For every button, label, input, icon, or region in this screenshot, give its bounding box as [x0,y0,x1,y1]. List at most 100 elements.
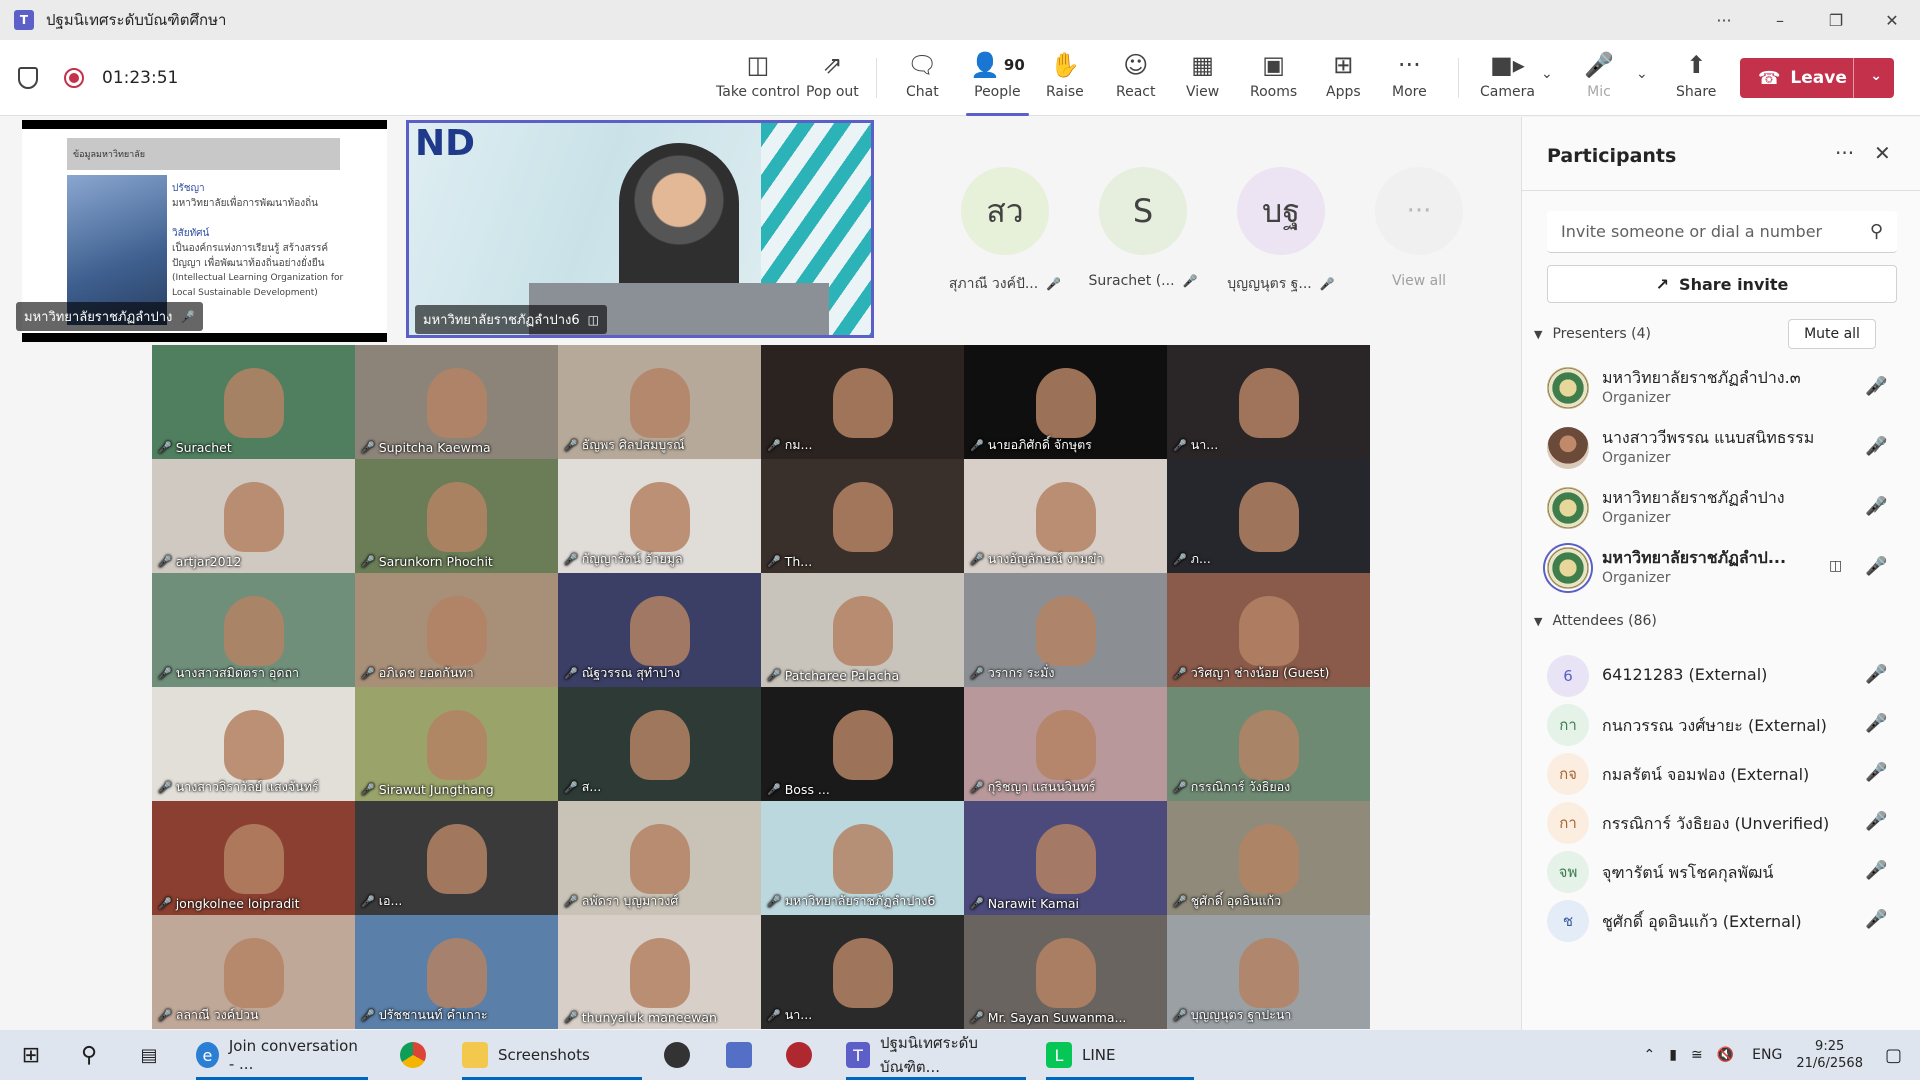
more-button[interactable]: ··· More [1392,50,1427,110]
video-tile[interactable]: 🎤 นายอภิศักดิ์ จักษุตร [964,345,1167,459]
mic-off-icon[interactable]: 🎤 [1865,860,1887,881]
taskbar-app-3[interactable] [786,1030,822,1080]
avatar-tile[interactable]: สว สุภาณี วงค์ปั... 🎤 [940,167,1070,295]
mic-off-icon[interactable]: 🎤 [1865,664,1887,685]
video-tile[interactable]: 🎤 ธัญพร ศิลปสมบูรณ์ [558,345,761,459]
restore-button[interactable]: ❐ [1808,0,1864,40]
video-tile[interactable]: 🎤 นางอัญลักษณ์ งามขำ [964,459,1167,573]
attendee-row[interactable]: 6 64121283 (External) 🎤 [1547,652,1907,700]
panel-more-icon[interactable]: ··· [1835,141,1854,165]
video-tile[interactable]: 🎤 บุญญนุตร ฐาปะนา [1167,915,1370,1029]
chevron-up-icon[interactable]: ⌃ [1644,1047,1656,1063]
close-window-button[interactable]: ✕ [1864,0,1920,40]
video-tile[interactable]: 🎤 Surachet [152,345,355,459]
taskbar-explorer-window[interactable]: Screenshots [462,1030,642,1080]
video-tile[interactable]: 🎤 ปรัชชานนท์ คำเกาะ [355,915,558,1029]
camera-options-chevron-icon[interactable]: ⌄ [1541,66,1553,82]
video-tile[interactable]: 🎤 Mr. Sayan Suwanma... [964,915,1167,1029]
participant-row[interactable]: มหาวิทยาลัยราชภัฏลำปาง.๓ Organizer 🎤̸ [1547,364,1907,412]
video-tile[interactable]: 🎤 Boss ... [761,687,964,801]
video-tile[interactable]: 🎤 thunyaluk maneewan [558,915,761,1029]
mic-off-icon[interactable]: 🎤̸ [1865,376,1887,397]
taskbar-app-1[interactable] [664,1030,700,1080]
video-tile[interactable]: 🎤 ณัฐวรรณ สุทำปาง [558,573,761,687]
battery-icon[interactable]: ▮ [1669,1047,1677,1063]
wifi-icon[interactable]: ≅ [1691,1047,1703,1063]
avatar-tile[interactable]: บฐ บุญญนุตร ฐ... 🎤 [1216,167,1346,295]
video-tile[interactable]: 🎤 Sirawut Jungthang [355,687,558,801]
react-button[interactable]: ☺ React [1116,50,1155,110]
mic-off-icon[interactable]: 🎤 [1865,762,1887,783]
pop-out-button[interactable]: ⇗ Pop out [806,50,859,110]
video-tile[interactable]: 🎤 Narawit Kamai [964,801,1167,915]
volume-mute-icon[interactable]: 🔇 [1717,1047,1734,1063]
raise-hand-button[interactable]: ✋ Raise [1046,50,1084,110]
video-tile[interactable]: 🎤 กรรณิการ์ วังธิยอง [1167,687,1370,801]
start-button[interactable]: ⊞ [18,1030,54,1080]
participant-row[interactable]: มหาวิทยาลัยราชภัฏลำปาง Organizer 🎤̸ [1547,484,1907,532]
attendee-row[interactable]: กจ กมลรัตน์ จอมฟอง (External) 🎤 [1547,750,1907,798]
invite-input[interactable] [1561,222,1851,241]
video-tile[interactable]: 🎤 เอ... [355,801,558,915]
attendees-section-toggle[interactable]: ▼ Attendees (86) [1534,613,1657,629]
avatar-tile[interactable]: S Surachet (... 🎤 [1078,167,1208,289]
mic-on-icon[interactable]: 🎤 [1865,556,1887,577]
leave-button[interactable]: ☎ Leave ⌄ [1740,58,1894,98]
attendee-row[interactable]: ชชูศักดิ์ อุดอินแก้ว (External) 🎤 [1547,897,1907,945]
attendee-row[interactable]: กา กรรณิการ์ วังธิยอง (Unverified) 🎤 [1547,799,1907,847]
shared-content-tile[interactable]: ข้อมูลมหาวิทยาลัย ปรัชญา มหาวิทยาลัยเพื่… [16,120,387,342]
mic-off-icon[interactable]: 🎤̸ [1865,436,1887,457]
camera-button[interactable]: ■▸ Camera [1480,50,1535,110]
video-tile[interactable]: 🎤 กม... [761,345,964,459]
rooms-button[interactable]: ▣ Rooms [1250,50,1297,110]
video-tile[interactable]: 🎤 ลพัดรา บุญมาวงศ์ [558,801,761,915]
video-tile[interactable]: 🎤 artjar2012 [152,459,355,573]
close-panel-icon[interactable]: ✕ [1874,141,1891,165]
apps-button[interactable]: ⊞ Apps [1326,50,1361,110]
video-tile[interactable]: 🎤 Supitcha Kaewma [355,345,558,459]
video-tile[interactable]: 🎤 Patcharee Palacha [761,573,964,687]
clock[interactable]: 9:25 21/6/2568 [1796,1038,1863,1072]
mute-all-button[interactable]: Mute all [1788,319,1876,349]
search-icon[interactable]: ⚲ [1870,221,1883,242]
video-tile[interactable]: 🎤 นางสาวจิราวัลย์ แสงจันทร์ [152,687,355,801]
video-tile[interactable]: 🎤 ส... [558,687,761,801]
mic-off-icon[interactable]: 🎤̸ [1865,496,1887,517]
participant-row[interactable]: มหาวิทยาลัยราชภัฏลำป... Organizer ◫ 🎤 [1547,544,1907,592]
video-tile[interactable]: 🎤 วริศญา ช่างน้อย (Guest) [1167,573,1370,687]
participant-row[interactable]: นางสาววีพรรณ แนบสนิทธรรม Organizer 🎤̸ [1547,424,1907,472]
video-tile[interactable]: 🎤 วรากร ระมั่ง [964,573,1167,687]
video-tile[interactable]: 🎤 ลลาณี วงค์ปวน [152,915,355,1029]
video-tile[interactable]: 🎤 อภิเดช ยอดกันทา [355,573,558,687]
taskbar-edge-window[interactable]: e Join conversation - ... [196,1030,368,1080]
mic-off-icon[interactable]: 🎤 [1865,909,1887,930]
taskbar-chrome[interactable] [400,1030,436,1080]
video-tile[interactable]: 🎤 นา... [761,915,964,1029]
video-tile[interactable]: 🎤 jongkolnee loipradit [152,801,355,915]
view-button[interactable]: ▦ View [1186,50,1219,110]
taskbar-app-2[interactable] [726,1030,762,1080]
leave-options-chevron-icon[interactable]: ⌄ [1870,68,1882,84]
task-view-button[interactable]: ▤ [136,1030,172,1080]
mic-options-chevron-icon[interactable]: ⌄ [1636,66,1648,82]
video-tile[interactable]: 🎤 Th... [761,459,964,573]
view-all-button[interactable]: ··· View all [1354,167,1484,289]
language-indicator[interactable]: ENG [1752,1047,1782,1063]
take-control-button[interactable]: ◫ Take control [716,50,800,110]
mic-off-icon[interactable]: 🎤 [1865,713,1887,734]
presenters-section-toggle[interactable]: ▼ Presenters (4) [1534,326,1651,342]
notification-icon[interactable]: ▢ [1885,1045,1902,1066]
chat-button[interactable]: 🗨 Chat [906,50,939,110]
active-speaker-tile[interactable]: ND มหาวิทยาลัยราชภัฏลำปาง6 ◫ [406,120,874,338]
video-tile[interactable]: 🎤 ชูศักดิ์ อุดอินแก้ว [1167,801,1370,915]
share-button[interactable]: ⬆ Share [1676,50,1716,110]
video-tile[interactable]: 🎤 Sarunkorn Phochit [355,459,558,573]
minimize-button[interactable]: – [1752,0,1808,40]
more-options-icon[interactable]: ··· [1696,0,1752,40]
video-tile[interactable]: 🎤 นา... [1167,345,1370,459]
share-invite-button[interactable]: ↗ Share invite [1547,265,1897,303]
attendee-row[interactable]: จพ จุฑารัตน์ พรโชคกุลพัฒน์ 🎤 [1547,848,1907,896]
taskbar-line-window[interactable]: L LINE [1046,1030,1194,1080]
attendee-row[interactable]: กา กนกวรรณ วงศ์ษายะ (External) 🎤 [1547,701,1907,749]
people-button[interactable]: 👤 90 People [966,50,1029,116]
